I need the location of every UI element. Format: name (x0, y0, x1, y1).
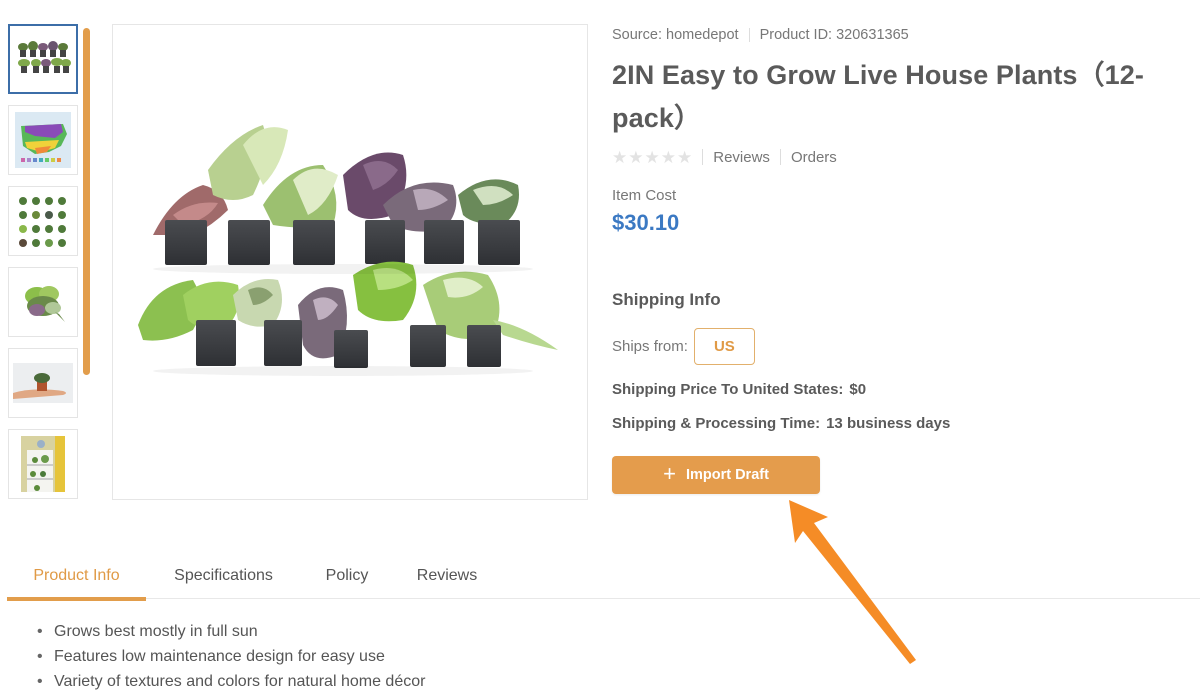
star-icon: ★ (660, 147, 676, 167)
product-source: Source: homedepot (612, 27, 739, 43)
import-draft-button[interactable]: + Import Draft (612, 456, 820, 494)
plants-shelf-thumb-image (21, 436, 65, 492)
thumbnail-plant-variety-grid[interactable] (8, 186, 78, 256)
thumbnail-plants-on-shelf[interactable] (8, 429, 78, 499)
star-rating: ★ ★ ★ ★ ★ (612, 149, 692, 166)
plant-in-hand-thumb-image (13, 363, 73, 403)
item-cost-label: Item Cost (612, 187, 677, 204)
product-meta: Source: homedepot Product ID: 320631365 (612, 24, 1192, 46)
tab-specifications[interactable]: Specifications (146, 552, 301, 599)
ships-from-label: Ships from: (612, 338, 688, 355)
divider (702, 149, 704, 165)
divider (779, 149, 781, 165)
shipping-price-value: $0 (849, 381, 867, 398)
star-icon: ★ (612, 147, 628, 167)
tab-product-info[interactable]: Product Info (7, 552, 146, 601)
shipping-price-row: Shipping Price To United States: $0 (612, 381, 1192, 398)
tab-reviews[interactable]: Reviews (393, 552, 501, 599)
product-id: Product ID: 320631365 (759, 27, 909, 43)
tab-policy[interactable]: Policy (301, 552, 393, 599)
variety-grid-thumb-image (19, 197, 66, 247)
list-item: Features low maintenance design for easy… (37, 644, 425, 669)
list-item: Grows best mostly in full sun (37, 619, 425, 644)
star-icon: ★ (677, 147, 693, 167)
zone-map-thumb-image (15, 112, 71, 168)
list-item: Variety of textures and colors for natur… (37, 669, 425, 694)
ships-from-country-button[interactable]: US (693, 328, 755, 365)
star-icon: ★ (628, 147, 644, 167)
product-tabs: Product Info Specifications Policy Revie… (7, 552, 1200, 601)
product-description-list: Grows best mostly in full sun Features l… (37, 619, 425, 694)
shipping-price-label: Shipping Price To United States: (612, 381, 844, 398)
shipping-info-heading: Shipping Info (612, 290, 721, 309)
thumbnail-hardiness-zone-map[interactable] (8, 105, 78, 175)
main-product-image (112, 24, 588, 500)
shipping-time-row: Shipping & Processing Time: 13 business d… (612, 415, 1192, 432)
shipping-time-label: Shipping & Processing Time: (612, 415, 821, 432)
shipping-time-value: 13 business days (826, 415, 951, 432)
product-info-panel: Source: homedepot Product ID: 320631365 … (612, 24, 1192, 494)
item-cost-value: $30.10 (612, 210, 680, 235)
plus-icon: + (663, 461, 676, 486)
divider (748, 28, 750, 42)
thumbnail-scrollbar[interactable] (83, 28, 90, 375)
plants-group-thumb-image (18, 41, 71, 73)
plant-bunch-thumb-image (25, 286, 65, 322)
thumbnail-plants-group[interactable] (8, 24, 78, 94)
star-icon: ★ (644, 147, 660, 167)
orders-link[interactable]: Orders (791, 149, 837, 166)
reviews-link[interactable]: Reviews (713, 149, 770, 166)
rating-row: ★ ★ ★ ★ ★ Reviews Orders (612, 146, 1192, 168)
thumbnail-plant-in-hand[interactable] (8, 348, 78, 418)
product-title: 2IN Easy to Grow Live House Plants（12-pa… (612, 60, 1144, 133)
house-plants-image (138, 125, 558, 376)
import-draft-label: Import Draft (685, 467, 769, 483)
ships-from-row: Ships from: US (612, 328, 1192, 365)
thumbnail-list (8, 24, 78, 510)
thumbnail-plant-bunch[interactable] (8, 267, 78, 337)
